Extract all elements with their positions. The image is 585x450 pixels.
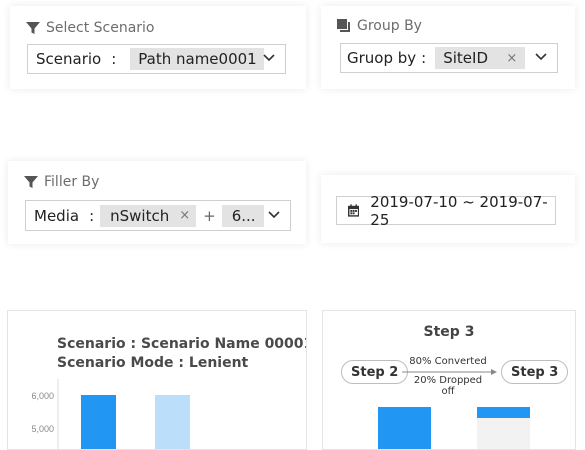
filter-field-label: Media bbox=[34, 206, 80, 225]
filter-tag-more: 6... bbox=[221, 204, 264, 227]
scenario-field-separator: : bbox=[111, 50, 117, 68]
chevron-down-icon[interactable] bbox=[268, 211, 280, 219]
close-icon[interactable]: × bbox=[506, 51, 517, 66]
scenario-field-label: Scenario bbox=[36, 50, 102, 68]
filter-by-select[interactable]: Media : nSwitch × + 6... bbox=[25, 200, 291, 231]
scenario-panel-header: Select Scenario bbox=[26, 20, 155, 36]
chevron-down-icon[interactable] bbox=[263, 54, 275, 62]
scenario-selected-value: Path name0001 bbox=[138, 50, 257, 68]
filter-tag-more-value: 6... bbox=[231, 206, 256, 225]
date-range-panel: 2019-07-10 ~ 2019-07-25 bbox=[321, 175, 575, 243]
step-bar-secondary-converted bbox=[477, 407, 530, 418]
group-by-panel-title: Group By bbox=[357, 18, 422, 34]
filter-by-panel: Filler By Media : nSwitch × + 6... bbox=[8, 161, 306, 244]
chevron-down-icon[interactable] bbox=[535, 53, 547, 61]
layers-icon bbox=[337, 19, 350, 32]
filter-by-panel-title: Filler By bbox=[44, 174, 100, 190]
group-by-selected-value: SiteID bbox=[443, 49, 489, 67]
dropped-label: 20% Dropped off bbox=[413, 375, 483, 397]
scenario-panel-title: Select Scenario bbox=[46, 20, 155, 36]
group-by-field-label: Gruop by bbox=[347, 49, 417, 67]
group-by-select[interactable]: Gruop by : SiteID × bbox=[340, 43, 558, 73]
scenario-chart-panel: Scenario : Scenario Name 00001 Scenario … bbox=[7, 310, 307, 450]
step-bar-primary bbox=[378, 407, 431, 449]
y-tick-label: 5,000 bbox=[31, 424, 54, 434]
filter-field-separator: : bbox=[89, 206, 95, 225]
step-bar-secondary bbox=[477, 407, 530, 449]
filter-tag-nswitch-value: nSwitch bbox=[110, 206, 170, 225]
step-to-pill: Step 3 bbox=[501, 360, 569, 384]
step-from-pill: Step 2 bbox=[341, 360, 409, 384]
calendar-icon bbox=[348, 204, 360, 217]
step-funnel-panel: Step 3 Step 2 80% Converted 20% Dropped … bbox=[322, 310, 576, 450]
scenario-panel: Select Scenario Scenario : Path name0001 bbox=[10, 6, 306, 89]
y-tick-label: 6,000 bbox=[31, 391, 54, 401]
step-chart-title: Step 3 bbox=[423, 324, 475, 340]
group-by-field-separator: : bbox=[421, 49, 427, 67]
scenario-selected-tag: Path name0001 bbox=[130, 48, 265, 70]
group-by-panel-header: Group By bbox=[337, 18, 422, 34]
group-by-selected-tag: SiteID × bbox=[435, 47, 526, 69]
converted-label: 80% Converted bbox=[409, 356, 487, 367]
group-by-panel: Group By Gruop by : SiteID × bbox=[321, 6, 575, 89]
filter-icon bbox=[24, 176, 38, 188]
plus-icon: + bbox=[203, 206, 216, 225]
scenario-select[interactable]: Scenario : Path name0001 bbox=[27, 44, 286, 74]
date-range-text: 2019-07-10 ~ 2019-07-25 bbox=[370, 192, 548, 229]
scenario-bar-chart: 6,000 5,000 bbox=[31, 379, 190, 449]
filter-icon bbox=[26, 22, 40, 34]
close-icon[interactable]: × bbox=[179, 208, 190, 223]
date-range-picker[interactable]: 2019-07-10 ~ 2019-07-25 bbox=[336, 193, 556, 229]
filter-by-panel-header: Filler By bbox=[24, 174, 99, 190]
filter-tag-nswitch: nSwitch × bbox=[100, 204, 197, 227]
